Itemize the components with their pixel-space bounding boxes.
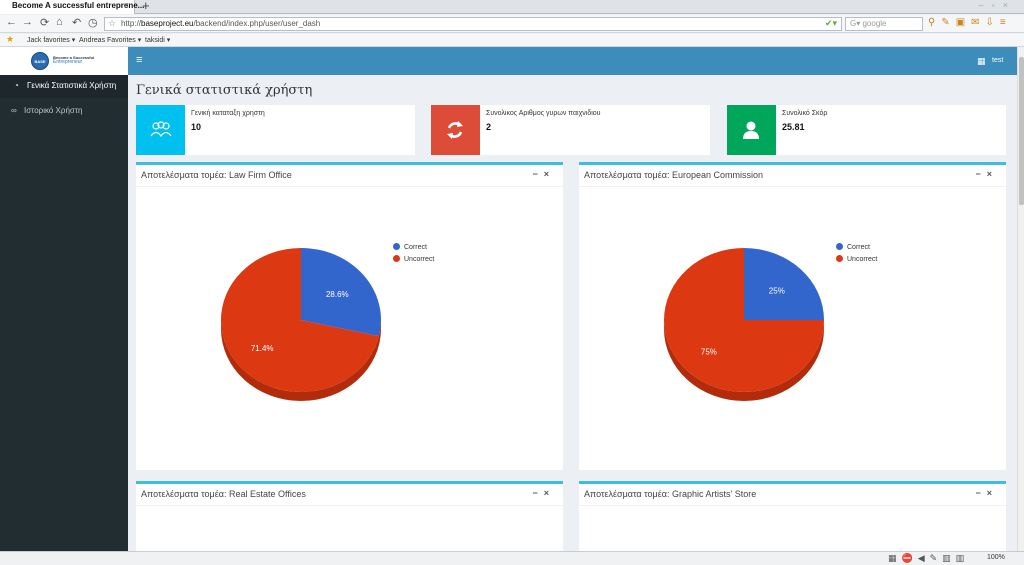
result-box-graphic-artists: Αποτελέσματα τομέα: Graphic Artists' Sto… xyxy=(579,481,1006,551)
search-input[interactable]: G▾ google xyxy=(845,17,923,31)
window-controls[interactable]: ‒▫× xyxy=(979,0,1016,10)
browser-status-bar: ▦⛔◀✎▥▥ 100% xyxy=(0,551,1024,565)
link-icon: ∞ xyxy=(11,106,17,115)
browser-tab-bar: Become A successful entreprene... × + ‒▫… xyxy=(0,0,1024,14)
bookmark-star-icon[interactable]: ☆ xyxy=(108,18,116,29)
stat-box-score: Συνολικό Σκόρ 25.81 xyxy=(727,105,1006,155)
logo-text: Become a Successful Entrepreneur xyxy=(53,55,95,65)
collapse-icon[interactable]: − xyxy=(532,488,543,498)
reload-icon[interactable]: ⟳ xyxy=(40,16,49,29)
page-scrollbar[interactable] xyxy=(1017,47,1024,551)
top-navbar: ≡ ▦ test xyxy=(128,47,1017,75)
scrollbar-thumb[interactable] xyxy=(1019,57,1024,205)
forward-arrow-icon[interactable]: → xyxy=(22,16,33,28)
box-tools: −× xyxy=(975,488,998,498)
sidebar-item-label: Ιστορικό Χρήστη xyxy=(24,106,83,115)
toolbar-icons[interactable]: ⚲✎▣✉⇩≡ xyxy=(928,17,1012,28)
undo-icon[interactable]: ↶ xyxy=(72,16,81,29)
logo[interactable]: BASE Become a Successful Entrepreneur xyxy=(0,47,128,75)
logo-circle: BASE xyxy=(31,52,49,70)
menu-toggle-icon[interactable]: ≡ xyxy=(136,54,142,66)
chart-legend: Correct Uncorrect xyxy=(393,243,434,267)
pie-slice-correct[interactable] xyxy=(744,248,824,320)
bookmarks-star-icon: ★ xyxy=(6,34,15,44)
legend-dot xyxy=(393,255,400,262)
url-host: baseproject.eu xyxy=(141,19,194,28)
box-title: Αποτελέσματα τομέα: Real Estate Offices xyxy=(141,489,306,499)
close-icon[interactable]: × xyxy=(544,488,555,498)
close-icon[interactable]: × xyxy=(987,488,998,498)
extension-icon[interactable]: ✔▾ xyxy=(825,18,837,29)
legend-dot xyxy=(393,243,400,250)
result-box-law-firm: Αποτελέσματα τομέα: Law Firm Office −× 2… xyxy=(136,162,563,470)
stat-box-rounds: Συνολικος Αριθμος γυρων παιχνιδιου 2 xyxy=(431,105,710,155)
stat-value: 2 xyxy=(486,122,492,132)
stat-icon-bg xyxy=(431,105,480,155)
pie-label-uncorrect: 75% xyxy=(701,348,717,357)
stat-icon-bg xyxy=(136,105,185,155)
status-icons[interactable]: ▦⛔◀✎▥▥ xyxy=(888,553,969,564)
bookmark-folder[interactable]: taksidi ▾ xyxy=(145,36,170,44)
legend-item-uncorrect[interactable]: Uncorrect xyxy=(393,255,434,267)
stat-value: 10 xyxy=(191,122,202,132)
stat-box-ranking: Γενική καταταξη χρηστη 10 xyxy=(136,105,415,155)
refresh-icon xyxy=(447,121,463,139)
sidebar-item-user-history[interactable]: ∞ Ιστορικό Χρήστη xyxy=(0,100,128,123)
bookmark-folder[interactable]: Jack favorites ▾ xyxy=(27,36,75,44)
search-placeholder: google xyxy=(862,19,887,28)
bookmarks-bar: ★ Jack favorites ▾ Andreas Favorites ▾ t… xyxy=(0,34,1024,47)
chart-legend: Correct Uncorrect xyxy=(836,243,877,267)
stat-icon-bg xyxy=(727,105,776,155)
collapse-icon[interactable]: − xyxy=(975,488,986,498)
url-path: /backend/index.php/user/user_dash xyxy=(193,19,321,28)
legend-item-uncorrect[interactable]: Uncorrect xyxy=(836,255,877,267)
box-title: Αποτελέσματα τομέα: Graphic Artists' Sto… xyxy=(584,489,757,499)
back-arrow-icon[interactable]: ← xyxy=(6,16,17,28)
result-box-european-commission: Αποτελέσματα τομέα: European Commission … xyxy=(579,162,1006,470)
main-content: Γενικά στατιστικά χρήστη Γενική καταταξη… xyxy=(128,75,1017,551)
box-header: Αποτελέσματα τομέα: Real Estate Offices … xyxy=(136,484,563,506)
legend-dot xyxy=(836,243,843,250)
pie-chart: 25% 75% xyxy=(664,248,824,401)
grid-icon[interactable]: ▦ xyxy=(977,56,986,67)
stat-label: Συνολικος Αριθμος γυρων παιχνιδιου xyxy=(486,110,601,117)
legend-item-correct[interactable]: Correct xyxy=(836,243,877,255)
history-icon[interactable]: ◷ xyxy=(88,16,98,29)
result-box-real-estate: Αποτελέσματα τομέα: Real Estate Offices … xyxy=(136,481,563,551)
box-header: Αποτελέσματα τομέα: Graphic Artists' Sto… xyxy=(579,484,1006,506)
page-title: Γενικά στατιστικά χρήστη xyxy=(136,83,313,98)
new-tab-button[interactable]: + xyxy=(142,0,150,13)
tab-close-icon[interactable]: × xyxy=(124,0,129,10)
browser-tab[interactable]: Become A successful entreprene... × xyxy=(0,0,144,14)
legend-dot xyxy=(836,255,843,262)
url-prefix: http:// xyxy=(121,19,142,28)
sidebar: BASE Become a Successful Entrepreneur ◔ Γ… xyxy=(0,47,128,551)
stat-label: Συνολικό Σκόρ xyxy=(782,110,828,117)
home-icon[interactable]: ⌂ xyxy=(56,16,63,28)
pie-chart: 28.6% 71.4% xyxy=(221,248,381,401)
stat-value: 25.81 xyxy=(782,122,805,132)
sidebar-item-general-stats[interactable]: ◔ Γενικά Στατιστικά Χρήστη xyxy=(0,75,128,98)
url-input[interactable]: ☆ http://baseproject.eu/backend/index.ph… xyxy=(104,17,842,31)
users-icon xyxy=(150,121,172,138)
bookmark-folder[interactable]: Andreas Favorites ▾ xyxy=(79,36,141,44)
pie-label-correct: 25% xyxy=(769,286,785,295)
box-tools: −× xyxy=(532,488,555,498)
legend-item-correct[interactable]: Correct xyxy=(393,243,434,255)
zoom-level[interactable]: 100% xyxy=(987,554,1005,561)
pie-label-uncorrect: 71.4% xyxy=(251,344,274,353)
pie-label-correct: 28.6% xyxy=(326,290,349,299)
browser-navigation-bar: ← → ⟳ ⌂ ↶ ◷ ☆ http://baseproject.eu/back… xyxy=(0,15,1024,33)
username[interactable]: test xyxy=(992,57,1003,64)
stat-label: Γενική καταταξη χρηστη xyxy=(191,110,265,117)
user-icon xyxy=(743,121,759,139)
dashboard-icon: ◔ xyxy=(14,81,19,90)
sidebar-item-label: Γενικά Στατιστικά Χρήστη xyxy=(27,81,117,90)
